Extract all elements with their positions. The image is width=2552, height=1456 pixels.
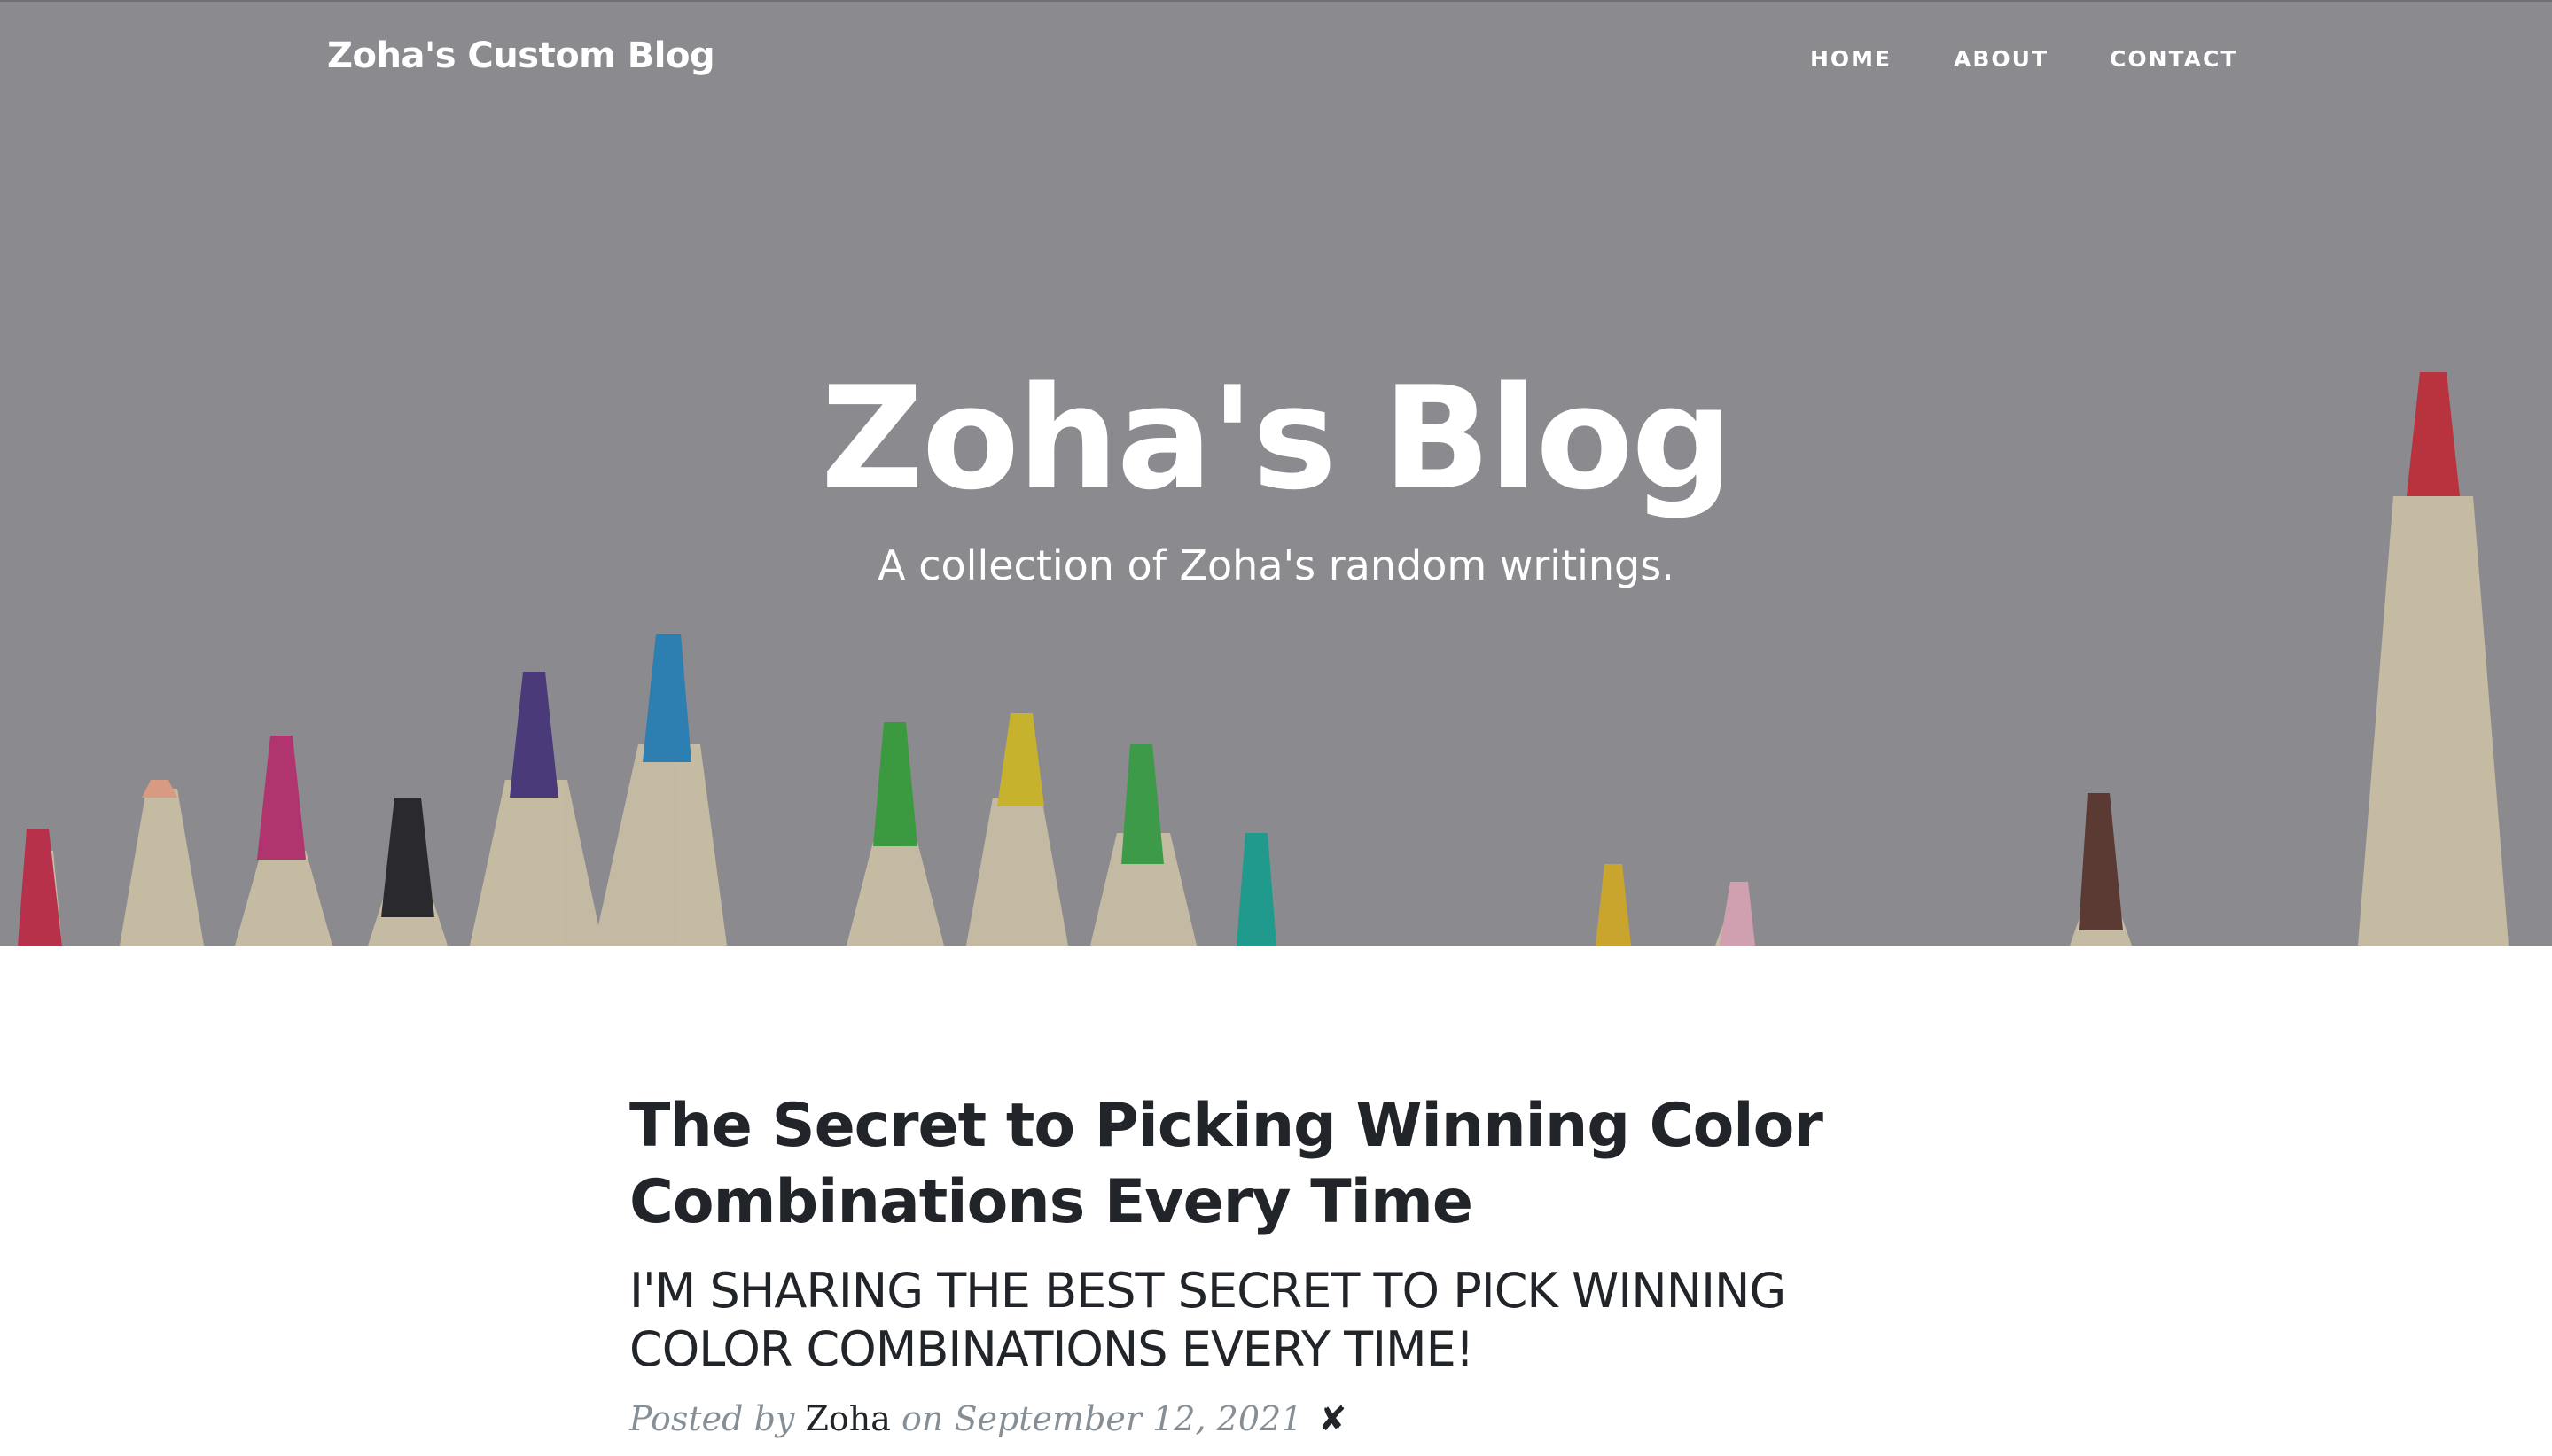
site-heading: Zoha's Blog A collection of Zoha's rando…	[0, 354, 2552, 592]
hero-header: Zoha's Custom Blog HOME ABOUT CONTACT Zo…	[0, 0, 2552, 946]
delete-post-icon[interactable]: ✘	[1318, 1399, 1346, 1438]
post-meta: Posted by Zoha on September 12, 2021 ✘	[629, 1397, 1932, 1441]
post-title: The Secret to Picking Winning Color Comb…	[629, 1091, 1823, 1237]
post-meta-middle: on	[901, 1399, 944, 1438]
post-meta-prefix: Posted by	[629, 1399, 795, 1438]
nav-contact-link[interactable]: CONTACT	[2110, 46, 2237, 72]
hero-top-border	[0, 0, 2552, 2]
site-title: Zoha's Blog	[821, 355, 1733, 521]
post-author-link[interactable]: Zoha	[805, 1399, 890, 1438]
main-nav: HOME ABOUT CONTACT	[0, 46, 2552, 82]
post-subtitle: I'M SHARING THE BEST SECRET TO PICK WINN…	[629, 1263, 1786, 1377]
nav-home-link[interactable]: HOME	[1810, 46, 1892, 72]
post-link[interactable]: The Secret to Picking Winning Color Comb…	[629, 1088, 1932, 1379]
nav-about-link[interactable]: ABOUT	[1954, 46, 2049, 72]
post-date: September 12, 2021	[954, 1399, 1303, 1438]
site-subtitle: A collection of Zoha's random writings.	[878, 541, 1674, 589]
post-preview: The Secret to Picking Winning Color Comb…	[629, 1088, 1932, 1441]
